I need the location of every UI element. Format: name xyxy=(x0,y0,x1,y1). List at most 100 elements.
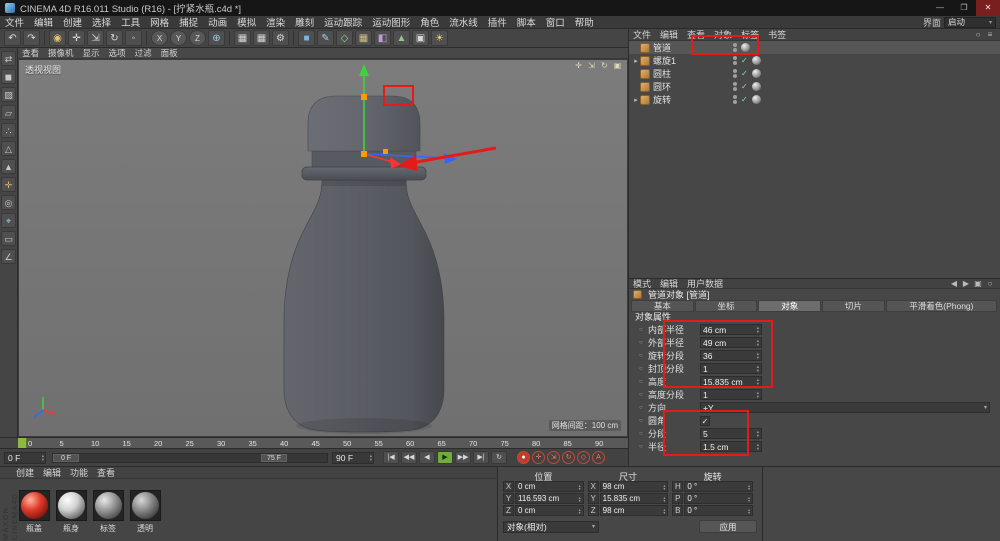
menu-item-6[interactable]: 捕捉 xyxy=(174,15,203,29)
menu-item-16[interactable]: 脚本 xyxy=(512,15,541,29)
editor-visibility-dot[interactable] xyxy=(733,82,737,86)
prev-frame-button[interactable]: ◀ xyxy=(419,451,435,464)
workplane-mode-icon[interactable]: ▱ xyxy=(1,105,16,120)
lock-icon[interactable]: ▣ xyxy=(972,279,984,288)
spinner-icon[interactable]: ▴▾ xyxy=(748,508,750,514)
attr-dropdown-方向[interactable]: +Y▾ xyxy=(700,402,990,413)
menu-item-0[interactable]: 文件 xyxy=(0,15,29,29)
menu-item-8[interactable]: 模拟 xyxy=(232,15,261,29)
om-menu-4[interactable]: 标签 xyxy=(741,28,759,41)
attr-field-旋转分段[interactable]: 36▴▾ xyxy=(700,350,762,361)
phong-tag-icon[interactable] xyxy=(741,43,750,52)
spinner-icon[interactable]: ▴▾ xyxy=(42,454,45,460)
record-rotation-button[interactable]: ↻ xyxy=(562,451,575,464)
mat-menu-0[interactable]: 创建 xyxy=(16,466,34,479)
om-menu-5[interactable]: 书签 xyxy=(768,28,786,41)
viewport-menu-5[interactable]: 面板 xyxy=(161,47,178,59)
material-item-透明[interactable]: 透明 xyxy=(128,490,162,534)
apply-button[interactable]: 应用 xyxy=(699,520,757,533)
next-key-button[interactable]: ▶▶ xyxy=(455,451,471,464)
goto-start-button[interactable]: |◀ xyxy=(383,451,399,464)
spinner-icon[interactable]: ▴▾ xyxy=(757,339,759,345)
om-menu-0[interactable]: 文件 xyxy=(633,28,651,41)
render-visibility-dot[interactable] xyxy=(733,74,737,78)
coord-field-尺寸-Y[interactable]: 15.835 cm▴▾ xyxy=(600,493,669,504)
zoom-view-icon[interactable]: ⇲ xyxy=(585,61,598,71)
forward-icon[interactable]: ▶ xyxy=(960,279,972,288)
enable-check-icon[interactable]: ✓ xyxy=(741,69,748,78)
spinner-icon[interactable]: ▴▾ xyxy=(757,391,759,397)
play-button[interactable]: ▶ xyxy=(437,451,453,464)
render-picture-viewer-icon[interactable]: ▦ xyxy=(253,30,270,46)
menu-item-5[interactable]: 网格 xyxy=(145,15,174,29)
material-item-标签[interactable]: 标签 xyxy=(91,490,125,534)
scale-tool-icon[interactable]: ⇲ xyxy=(87,30,104,46)
spinner-icon[interactable]: ▴▾ xyxy=(663,508,665,514)
attr-field-封顶分段[interactable]: 1▴▾ xyxy=(700,363,762,374)
move-tool-icon[interactable]: ✛ xyxy=(68,30,85,46)
visibility-dots[interactable] xyxy=(733,95,737,105)
polygons-mode-icon[interactable]: ▲ xyxy=(1,159,16,174)
quantize-icon[interactable]: ∠ xyxy=(1,249,16,264)
prev-key-button[interactable]: ◀◀ xyxy=(401,451,417,464)
minimize-button[interactable]: — xyxy=(928,0,952,16)
spinner-icon[interactable]: ▴▾ xyxy=(757,443,759,449)
camera-icon[interactable]: ▣ xyxy=(412,30,429,46)
render-visibility-dot[interactable] xyxy=(733,100,737,104)
autokey-button[interactable]: A xyxy=(592,451,605,464)
om-menu-2[interactable]: 查看 xyxy=(687,28,705,41)
menu-item-18[interactable]: 帮助 xyxy=(570,15,599,29)
redo-icon[interactable]: ↷ xyxy=(23,30,40,46)
render-visibility-dot[interactable] xyxy=(733,48,737,52)
close-button[interactable]: ✕ xyxy=(976,0,1000,16)
render-view-icon[interactable]: ▦ xyxy=(234,30,251,46)
object-row-圆柱[interactable]: 圆柱✓ xyxy=(629,67,1000,80)
spinner-icon[interactable]: ▴▾ xyxy=(757,378,759,384)
render-settings-icon[interactable]: ⚙ xyxy=(272,30,289,46)
menu-item-2[interactable]: 创建 xyxy=(58,15,87,29)
attr-field-高度[interactable]: 15.835 cm▴▾ xyxy=(700,376,762,387)
filter-icon[interactable]: ≡ xyxy=(984,30,996,39)
tab-对象[interactable]: 对象 xyxy=(758,300,821,312)
editor-visibility-dot[interactable] xyxy=(733,95,737,99)
spinner-icon[interactable]: ▴▾ xyxy=(757,326,759,332)
points-mode-icon[interactable]: ∴ xyxy=(1,123,16,138)
last-tool-icon[interactable]: ◦ xyxy=(125,30,142,46)
pan-view-icon[interactable]: ✛ xyxy=(572,61,585,71)
spinner-icon[interactable]: ▴▾ xyxy=(757,352,759,358)
record-position-button[interactable]: ✛ xyxy=(532,451,545,464)
goto-end-button[interactable]: ▶| xyxy=(473,451,489,464)
coord-field-旋转-P[interactable]: 0 °▴▾ xyxy=(684,493,753,504)
menu-item-17[interactable]: 窗口 xyxy=(541,15,570,29)
rotate-tool-icon[interactable]: ↻ xyxy=(106,30,123,46)
expand-icon[interactable]: ▸ xyxy=(632,57,640,65)
gizmo-param-handle-right[interactable] xyxy=(383,149,388,154)
spinner-icon[interactable]: ▴▾ xyxy=(748,496,750,502)
menu-item-4[interactable]: 工具 xyxy=(116,15,145,29)
visibility-dots[interactable] xyxy=(733,82,737,92)
viewport-menu-4[interactable]: 过滤 xyxy=(135,47,152,59)
axis-y-lock-icon[interactable]: Y xyxy=(170,30,187,46)
menu-item-14[interactable]: 流水线 xyxy=(444,15,483,29)
spinner-icon[interactable]: ▴▾ xyxy=(757,430,759,436)
mat-menu-2[interactable]: 功能 xyxy=(70,466,88,479)
menu-item-13[interactable]: 角色 xyxy=(415,15,444,29)
record-scale-button[interactable]: ⇲ xyxy=(547,451,560,464)
coordinate-mode-dropdown[interactable]: 对象(相对) ▾ xyxy=(503,521,599,533)
visibility-dots[interactable] xyxy=(733,69,737,79)
modeling-icon[interactable]: ▦ xyxy=(355,30,372,46)
deformer-icon[interactable]: ◧ xyxy=(374,30,391,46)
attr-field-分段[interactable]: 5▴▾ xyxy=(700,428,762,439)
gizmo-param-handle-top[interactable] xyxy=(361,94,367,100)
coord-field-位置-Y[interactable]: 116.593 cm▴▾ xyxy=(515,493,584,504)
spinner-icon[interactable]: ▴▾ xyxy=(748,484,750,490)
render-visibility-dot[interactable] xyxy=(733,61,737,65)
timeline-range-slider[interactable]: 0 F 75 F xyxy=(52,453,328,463)
object-row-螺旋1[interactable]: ▸螺旋1✓ xyxy=(629,54,1000,67)
spline-pen-icon[interactable]: ✎ xyxy=(317,30,334,46)
generators-icon[interactable]: ◇ xyxy=(336,30,353,46)
coordinate-system-icon[interactable]: ⊕ xyxy=(208,30,225,46)
range-end-handle[interactable]: 75 F xyxy=(261,454,287,462)
object-row-圆环[interactable]: 圆环✓ xyxy=(629,80,1000,93)
maximize-button[interactable]: ❐ xyxy=(952,0,976,16)
